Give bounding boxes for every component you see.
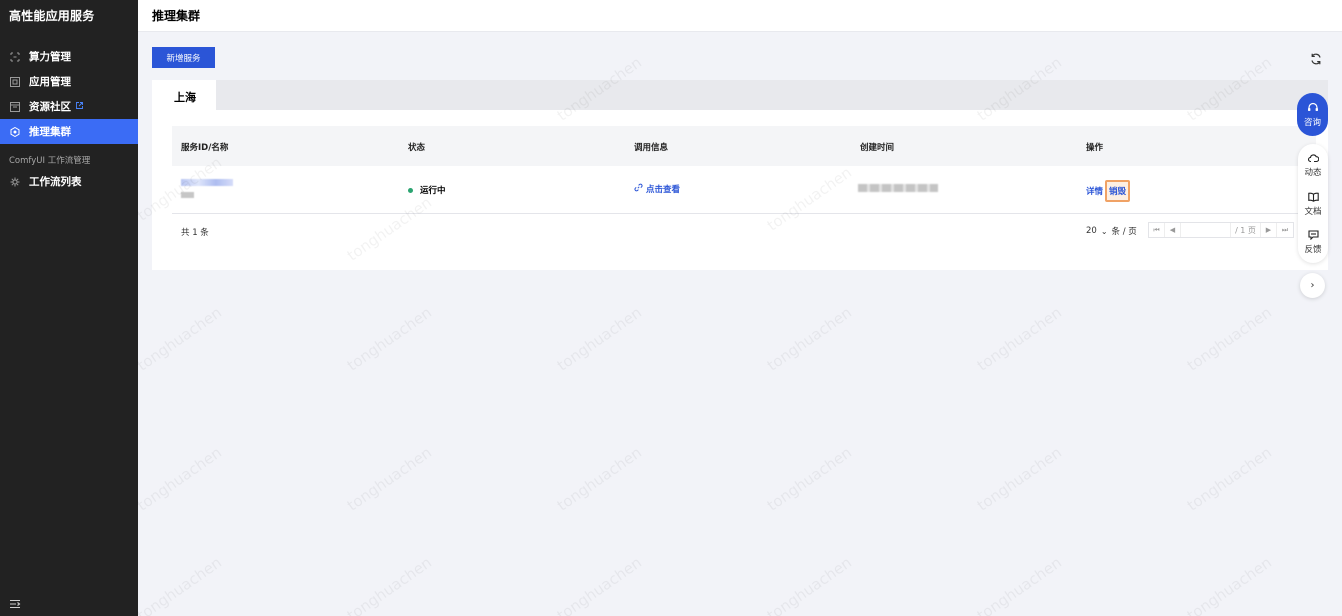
sidebar-item-label: 工作流列表	[29, 176, 82, 188]
status-text: 运行中	[420, 186, 446, 196]
chevron-right-icon[interactable]: ›	[1300, 273, 1325, 298]
tab-shanghai[interactable]: 上海	[152, 80, 216, 110]
detail-button[interactable]: 详情	[1086, 185, 1103, 197]
page-size-select[interactable]: 20 ⌄ 条 / 页	[1086, 225, 1137, 237]
book-icon	[1307, 192, 1319, 205]
column-header-actions: 操作	[1086, 143, 1104, 153]
float-item-updates[interactable]: 动态	[1298, 153, 1328, 178]
prev-page-icon[interactable]: ◀	[1165, 223, 1181, 237]
column-header-status: 状态	[408, 143, 426, 153]
watermark: tonghuachen	[343, 553, 436, 616]
watermark: tonghuachen	[973, 303, 1066, 375]
watermark: tonghuachen	[763, 303, 856, 375]
watermark: tonghuachen	[553, 443, 646, 515]
feedback-icon	[1307, 230, 1319, 243]
float-item-docs[interactable]: 文档	[1298, 192, 1328, 217]
watermark: tonghuachen	[973, 443, 1066, 515]
watermark: tonghuachen	[763, 443, 856, 515]
refresh-icon[interactable]	[1309, 51, 1323, 65]
watermark: tonghuachen	[1183, 303, 1276, 375]
page-number-input[interactable]	[1181, 223, 1231, 237]
first-page-icon[interactable]: ⏮	[1149, 223, 1165, 237]
table-header: 服务ID/名称 状态 调用信息 创建时间 操作	[172, 126, 1316, 166]
app-icon	[10, 76, 20, 87]
float-item-feedback[interactable]: 反馈	[1298, 230, 1328, 255]
workflow-icon	[10, 177, 20, 187]
app-title: 高性能应用服务	[9, 9, 95, 23]
pagination: ⏮ ◀ / 1 页 ▶ ⏭	[1148, 222, 1294, 238]
column-header-service-id: 服务ID/名称	[181, 143, 229, 153]
sidebar-item-label: 资源社区	[29, 101, 71, 113]
compute-icon	[10, 52, 20, 62]
table-footer: 共 1 条 20 ⌄ 条 / 页 ⏮ ◀ / 1 页 ▶ ⏭	[172, 222, 1316, 244]
watermark: tonghuachen	[553, 553, 646, 616]
status-badge: 运行中	[408, 184, 446, 196]
total-pages: / 1 页	[1231, 223, 1261, 237]
watermark: tonghuachen	[133, 443, 226, 515]
table-row: 运行中 点击查看 详情 销毁	[172, 166, 1316, 214]
watermark: tonghuachen	[553, 303, 646, 375]
page-header: 推理集群	[138, 0, 1342, 32]
sidebar: 高性能应用服务 算力管理 应用管理 资源社区 推理集群 ComfyUI 工作流管…	[0, 0, 138, 616]
created-time-redacted	[858, 184, 938, 192]
status-dot-icon	[408, 187, 413, 193]
service-id-redacted[interactable]	[181, 179, 233, 186]
add-service-button[interactable]: 新增服务	[152, 47, 215, 68]
watermark: tonghuachen	[1183, 553, 1276, 616]
sidebar-item-compute[interactable]: 算力管理	[0, 44, 138, 69]
sidebar-item-label: 应用管理	[29, 76, 71, 88]
column-header-created-time: 创建时间	[860, 143, 895, 153]
sidebar-item-label: 推理集群	[29, 126, 71, 138]
page-title: 推理集群	[152, 9, 201, 23]
watermark: tonghuachen	[133, 553, 226, 616]
row-actions: 详情 销毁	[1086, 180, 1131, 202]
sidebar-nav: 算力管理 应用管理 资源社区 推理集群	[0, 44, 138, 144]
cloud-icon	[1307, 153, 1319, 166]
watermark: tonghuachen	[763, 553, 856, 616]
consult-button[interactable]: 咨询	[1297, 93, 1328, 136]
chevron-down-icon: ⌄	[1100, 226, 1108, 236]
region-tabs: 上海	[152, 80, 1328, 110]
sidebar-item-label: 算力管理	[29, 51, 71, 63]
view-call-info-link[interactable]: 点击查看	[634, 183, 680, 195]
sidebar-item-workflow-list[interactable]: 工作流列表	[0, 169, 138, 194]
next-page-icon[interactable]: ▶	[1261, 223, 1277, 237]
collapse-menu-icon[interactable]	[9, 594, 21, 609]
headset-icon	[1307, 102, 1319, 116]
sidebar-item-inference-cluster[interactable]: 推理集群	[0, 119, 138, 144]
community-icon	[10, 101, 20, 112]
float-item-label: 文档	[1304, 207, 1322, 217]
sidebar-item-apps[interactable]: 应用管理	[0, 69, 138, 94]
service-name-redacted	[181, 192, 194, 198]
view-call-info-label: 点击查看	[646, 185, 681, 195]
watermark: tonghuachen	[973, 553, 1066, 616]
watermark: tonghuachen	[343, 303, 436, 375]
watermark: tonghuachen	[133, 303, 226, 375]
watermark: tonghuachen	[343, 443, 436, 515]
total-count: 共 1 条	[181, 228, 209, 238]
page-size-value: 20	[1086, 226, 1097, 236]
cluster-card: 上海 服务ID/名称 状态 调用信息 创建时间 操作 运行中 点击查看 详情 销…	[152, 80, 1328, 270]
cluster-icon	[10, 126, 20, 137]
destroy-button[interactable]: 销毁	[1105, 180, 1131, 202]
float-toolbar: 动态 文档 反馈	[1298, 144, 1328, 263]
watermark: tonghuachen	[1183, 443, 1276, 515]
column-header-call-info: 调用信息	[634, 143, 669, 153]
page-size-unit: 条 / 页	[1111, 227, 1137, 237]
consult-label: 咨询	[1303, 117, 1321, 128]
float-item-label: 动态	[1304, 168, 1322, 178]
external-link-icon	[76, 102, 83, 111]
sidebar-section-label: ComfyUI 工作流管理	[9, 156, 91, 166]
last-page-icon[interactable]: ⏭	[1277, 223, 1293, 237]
sidebar-item-community[interactable]: 资源社区	[0, 94, 138, 119]
float-item-label: 反馈	[1304, 245, 1322, 255]
link-icon	[634, 183, 643, 195]
